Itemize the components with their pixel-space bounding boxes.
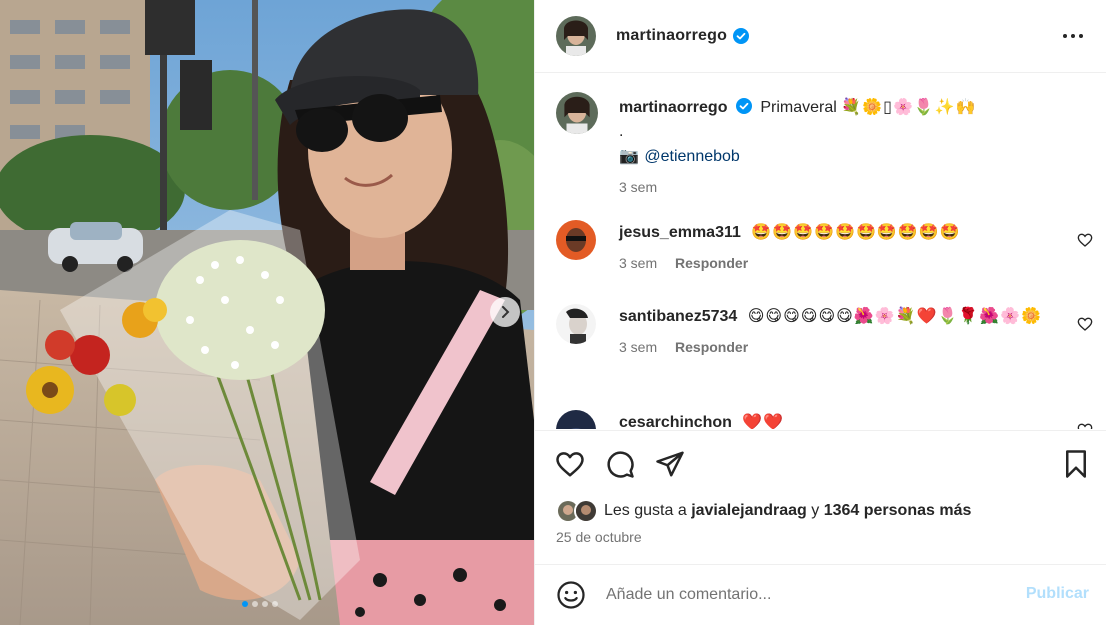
post-header: martinaorrego (535, 0, 1106, 73)
likes-joiner: y (811, 502, 820, 519)
comment-time[interactable]: 3 sem (619, 255, 657, 271)
caption-text: Primaveral (760, 99, 837, 116)
carousel-dot (262, 601, 268, 607)
add-comment-input[interactable] (606, 586, 986, 604)
liker-avatar[interactable] (574, 499, 598, 523)
caption-username[interactable]: martinaorrego (619, 99, 727, 116)
likes-others-link[interactable]: 1364 personas más (824, 502, 972, 519)
comment-meta: 3 sem Responder (619, 335, 1067, 359)
comment-like-icon[interactable] (1077, 232, 1093, 248)
commenter-avatar-image (556, 220, 596, 260)
post-photo[interactable] (0, 0, 534, 625)
comment-row: cesarchinchon ❤️❤️ (556, 410, 1106, 429)
comment-row: santibanez5734 😋😋😋😋😋😋🌺🌸💐❤️🌷🌹🌺🌸🌼 3 sem Re… (556, 304, 1106, 384)
add-comment-bar: Publicar (535, 564, 1106, 625)
verified-badge-icon (735, 98, 752, 114)
comment-time[interactable]: 3 sem (619, 339, 657, 355)
caption-meta: 3 sem (619, 175, 1067, 199)
carousel-dot (252, 601, 258, 607)
author-avatar[interactable] (556, 16, 596, 56)
save-bookmark-icon[interactable] (1061, 449, 1091, 479)
photo-illustration (0, 0, 534, 625)
post-actions: Les gusta a javialejandraag y 1364 perso… (535, 430, 1106, 565)
commenter-avatar[interactable] (556, 410, 596, 429)
commenter-avatar[interactable] (556, 220, 596, 260)
caption-avatar-image (556, 92, 598, 134)
comment-icon[interactable] (605, 449, 635, 479)
post-panel: martinaorrego martinaorrego Primaveral 💐… (534, 0, 1106, 625)
carousel-indicators (242, 601, 278, 607)
commenter-username[interactable]: cesarchinchon (619, 414, 732, 429)
commenter-username[interactable]: santibanez5734 (619, 308, 737, 325)
reply-button[interactable]: Responder (675, 339, 748, 355)
comment-like-icon[interactable] (1077, 422, 1093, 429)
chevron-right-icon (502, 306, 510, 318)
commenter-username[interactable]: jesus_emma311 (619, 224, 741, 241)
carousel-next-button[interactable] (490, 297, 520, 327)
caption-emojis: 💐🌼▯🌸🌷✨🙌 (841, 97, 977, 116)
likes-text: Les gusta a javialejandraag y 1364 perso… (604, 502, 971, 520)
commenter-avatar-image (556, 304, 596, 344)
comment-like-icon[interactable] (1077, 316, 1093, 332)
share-icon[interactable] (655, 449, 685, 479)
caption-credit-line: 📷 @etiennebob (619, 144, 1067, 169)
liker-username[interactable]: javialejandraag (691, 502, 807, 519)
caption-avatar[interactable] (556, 92, 598, 134)
verified-badge-icon (733, 28, 750, 44)
likes-summary: Les gusta a javialejandraag y 1364 perso… (556, 499, 971, 523)
comment-text: 😋😋😋😋😋😋🌺🌸💐❤️🌷🌹🌺🌸🌼 (747, 306, 1043, 325)
author-avatar-image (556, 16, 596, 56)
comment-row: jesus_emma311 🤩🤩🤩🤩🤩🤩🤩🤩🤩🤩 3 sem Responder (556, 220, 1106, 290)
likes-prefix: Les gusta a (604, 502, 687, 519)
comment-meta: 3 sem Responder (619, 251, 1067, 275)
commenter-avatar[interactable] (556, 304, 596, 344)
caption-time[interactable]: 3 sem (619, 179, 657, 195)
author-username[interactable]: martinaorrego (616, 27, 727, 45)
liker-avatar-image (576, 501, 596, 521)
comment-text: 🤩🤩🤩🤩🤩🤩🤩🤩🤩🤩 (751, 222, 961, 241)
like-icon[interactable] (555, 449, 585, 479)
comment-text: ❤️❤️ (742, 412, 785, 429)
comments-section[interactable]: martinaorrego Primaveral 💐🌼▯🌸🌷✨🙌 . 📷 @et… (535, 74, 1106, 429)
caption-text-line: martinaorrego Primaveral 💐🌼▯🌸🌷✨🙌 (619, 95, 1067, 120)
emoji-picker-icon[interactable] (556, 580, 586, 610)
caption-row: martinaorrego Primaveral 💐🌼▯🌸🌷✨🙌 . 📷 @et… (556, 92, 1106, 195)
caption-mention-link[interactable]: @etiennebob (644, 148, 739, 165)
carousel-dot (242, 601, 248, 607)
camera-emoji: 📷 (619, 146, 640, 165)
publish-button[interactable]: Publicar (1026, 585, 1089, 603)
more-options-icon[interactable] (1061, 26, 1085, 46)
commenter-avatar-image (556, 410, 596, 429)
post-date[interactable]: 25 de octubre (556, 529, 642, 545)
reply-button[interactable]: Responder (675, 255, 748, 271)
carousel-dot (272, 601, 278, 607)
caption-dot: . (619, 123, 624, 140)
